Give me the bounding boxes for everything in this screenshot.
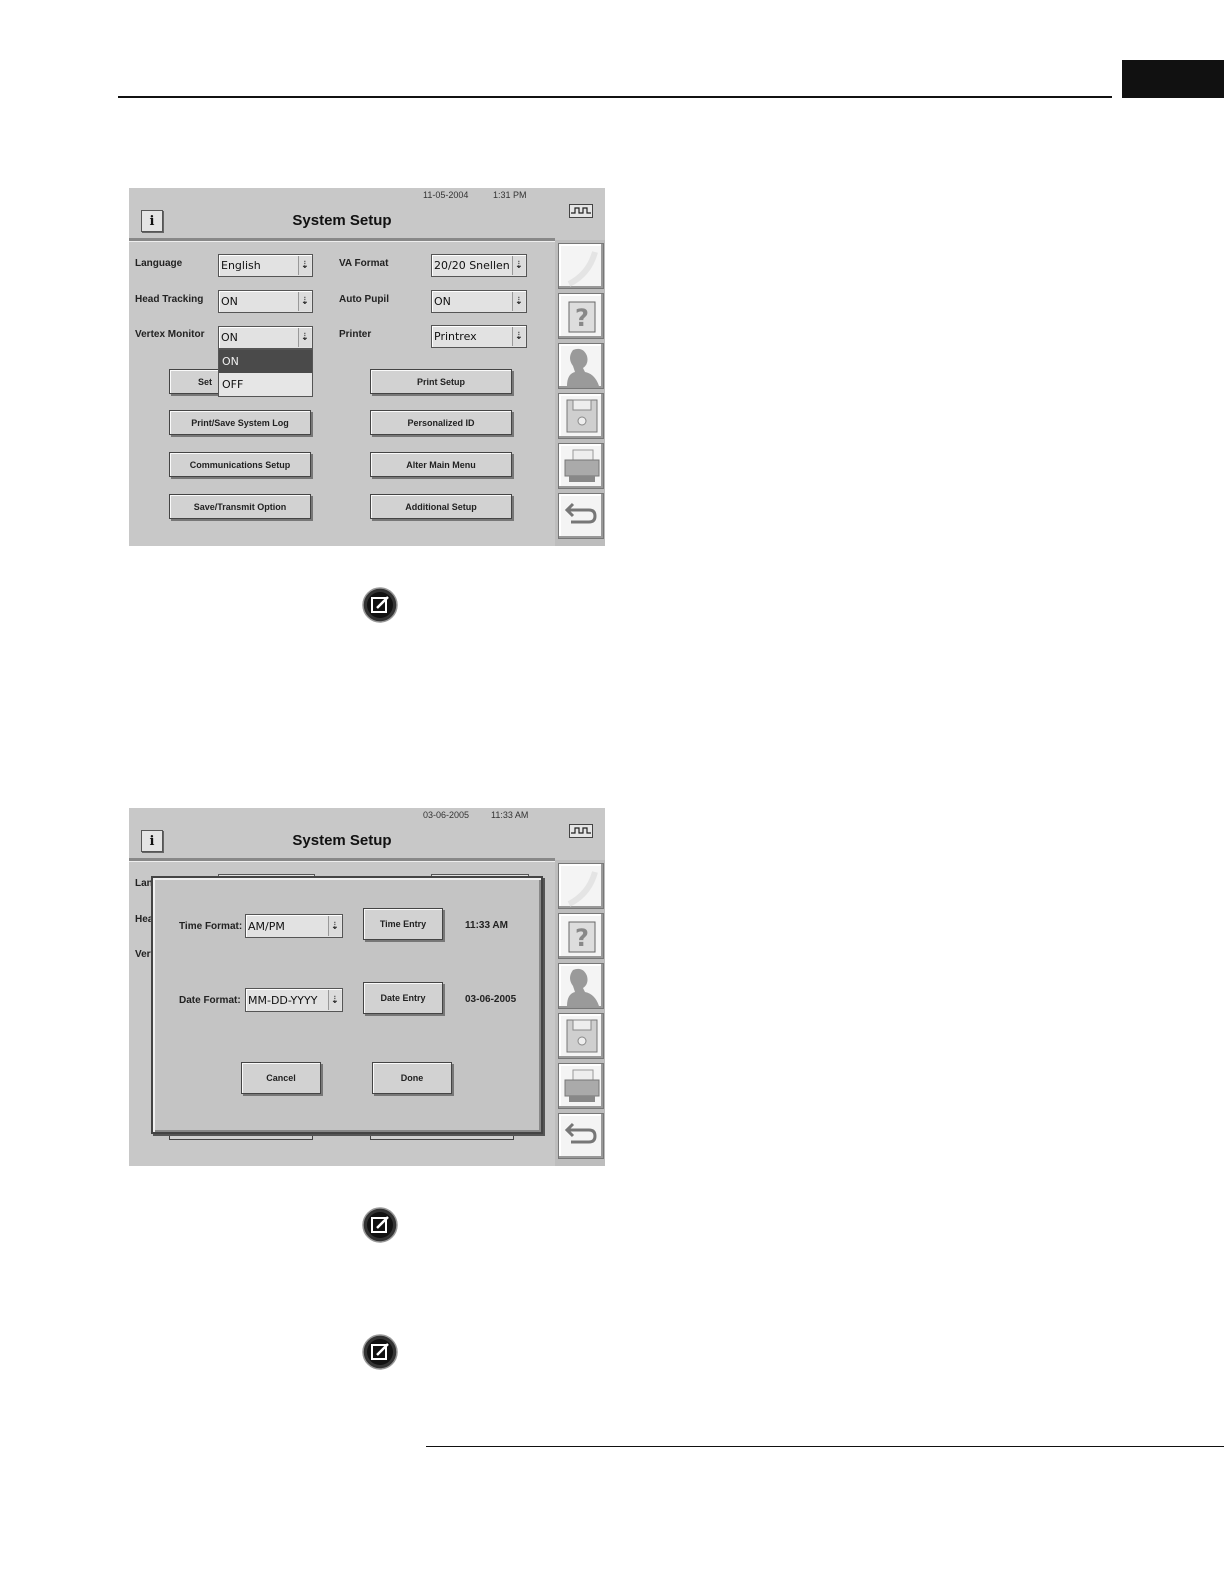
right-sidebar: ? (555, 240, 605, 546)
time-entry-button[interactable]: Time Entry (363, 908, 443, 940)
time-readout: 1:31 PM (493, 190, 527, 200)
return-icon (564, 502, 597, 524)
save-transmit-option-button[interactable]: Save/Transmit Option (169, 494, 311, 519)
done-button[interactable]: Done (372, 1062, 452, 1094)
header-divider (129, 858, 555, 862)
disk-button[interactable] (558, 1013, 604, 1059)
patient-icon (567, 968, 599, 1006)
dropdown-arrow-icon: ⇣ (512, 292, 525, 311)
system-setup-screen-1: 11-05-2004 1:31 PM i System Setup Langua… (129, 188, 605, 546)
return-button[interactable] (558, 1113, 604, 1159)
printer-button[interactable] (558, 1063, 604, 1109)
blank-icon (567, 871, 598, 907)
date-readout: 11-05-2004 (423, 190, 469, 200)
time-value: 11:33 AM (465, 920, 508, 931)
date-entry-button[interactable]: Date Entry (363, 982, 443, 1014)
dropdown-arrow-icon: ⇣ (512, 327, 525, 346)
svg-text:?: ? (575, 304, 589, 332)
help-icon: ? (568, 921, 596, 953)
dropdown-arrow-icon: ⇣ (298, 256, 311, 275)
auto-pupil-value: ON (434, 295, 451, 308)
vertex-monitor-value: ON (221, 331, 238, 344)
time-readout: 11:33 AM (491, 810, 529, 820)
dropdown-option-off[interactable]: OFF (219, 373, 312, 396)
waveform-icon[interactable] (569, 204, 593, 218)
language-label: Language (135, 258, 183, 269)
date-format-value: MM-DD-YYYY (248, 993, 318, 1007)
dropdown-arrow-icon: ⇣ (512, 256, 525, 275)
help-icon: ? (568, 301, 596, 333)
blank-button[interactable] (558, 243, 604, 289)
system-setup-screen-2: 03-06-2005 11:33 AM i System Setup Lang … (129, 808, 605, 1166)
return-button[interactable] (558, 493, 604, 539)
printer-icon (564, 1069, 600, 1102)
blank-icon (567, 251, 598, 287)
note-icon (362, 1207, 398, 1243)
vertex-monitor-dropdown: ON OFF (218, 349, 313, 397)
disk-icon (566, 1019, 598, 1053)
printer-label: Printer (339, 329, 372, 340)
blank-button[interactable] (558, 863, 604, 909)
personalized-id-button[interactable]: Personalized ID (370, 410, 512, 435)
time-format-label: Time Format: (179, 921, 243, 932)
dropdown-arrow-icon: ⇣ (298, 328, 311, 347)
top-rule (118, 96, 1112, 98)
vertex-monitor-select[interactable]: ON ⇣ (218, 326, 313, 349)
auto-pupil-select[interactable]: ON ⇣ (431, 290, 527, 313)
return-icon (564, 1122, 597, 1144)
print-setup-button[interactable]: Print Setup (370, 369, 512, 394)
vertex-monitor-label: Vertex Monitor (135, 329, 205, 340)
date-time-dialog: Time Format: AM/PM ⇣ Time Entry 11:33 AM… (151, 876, 543, 1134)
auto-pupil-label: Auto Pupil (339, 294, 389, 305)
va-format-label: VA Format (339, 258, 389, 269)
print-save-system-log-button[interactable]: Print/Save System Log (169, 410, 311, 435)
chapter-tab (1122, 60, 1224, 98)
printer-value: Printrex (434, 330, 477, 343)
patient-button[interactable] (558, 343, 604, 389)
language-value: English (221, 259, 261, 272)
printer-select[interactable]: Printrex ⇣ (431, 325, 527, 348)
printer-button[interactable] (558, 443, 604, 489)
dropdown-arrow-icon: ⇣ (328, 990, 341, 1010)
date-readout: 03-06-2005 (423, 810, 470, 820)
note-icon (362, 1334, 398, 1370)
time-format-select[interactable]: AM/PM ⇣ (245, 914, 343, 938)
disk-icon (566, 399, 598, 433)
va-format-value: 20/20 Snellen (434, 259, 510, 272)
date-format-label: Date Format: (179, 995, 241, 1006)
language-select[interactable]: English ⇣ (218, 254, 313, 277)
waveform-icon[interactable] (569, 824, 593, 838)
help-button[interactable]: ? (558, 293, 604, 339)
svg-text:?: ? (575, 924, 589, 952)
screen-title: System Setup (292, 212, 392, 229)
alter-main-menu-button[interactable]: Alter Main Menu (370, 452, 512, 477)
va-format-select[interactable]: 20/20 Snellen ⇣ (431, 254, 527, 277)
help-button[interactable]: ? (558, 913, 604, 959)
head-tracking-label: Head Tracking (135, 294, 204, 305)
time-format-value: AM/PM (248, 919, 285, 933)
head-tracking-value: ON (221, 295, 238, 308)
bottom-rule (426, 1446, 1224, 1447)
patient-button[interactable] (558, 963, 604, 1009)
dropdown-option-on[interactable]: ON (219, 350, 312, 373)
dropdown-arrow-icon: ⇣ (298, 292, 311, 311)
disk-button[interactable] (558, 393, 604, 439)
printer-icon (564, 449, 600, 482)
communications-setup-button[interactable]: Communications Setup (169, 452, 311, 477)
patient-icon (567, 348, 599, 386)
right-sidebar: ? (555, 860, 605, 1166)
cancel-button[interactable]: Cancel (241, 1062, 321, 1094)
head-tracking-select[interactable]: ON ⇣ (218, 290, 313, 313)
additional-setup-button[interactable]: Additional Setup (370, 494, 512, 519)
note-icon (362, 587, 398, 623)
date-format-select[interactable]: MM-DD-YYYY ⇣ (245, 988, 343, 1012)
date-value: 03-06-2005 (465, 994, 517, 1005)
screen-title: System Setup (292, 832, 392, 849)
dropdown-arrow-icon: ⇣ (328, 916, 341, 936)
header-divider (129, 238, 555, 242)
